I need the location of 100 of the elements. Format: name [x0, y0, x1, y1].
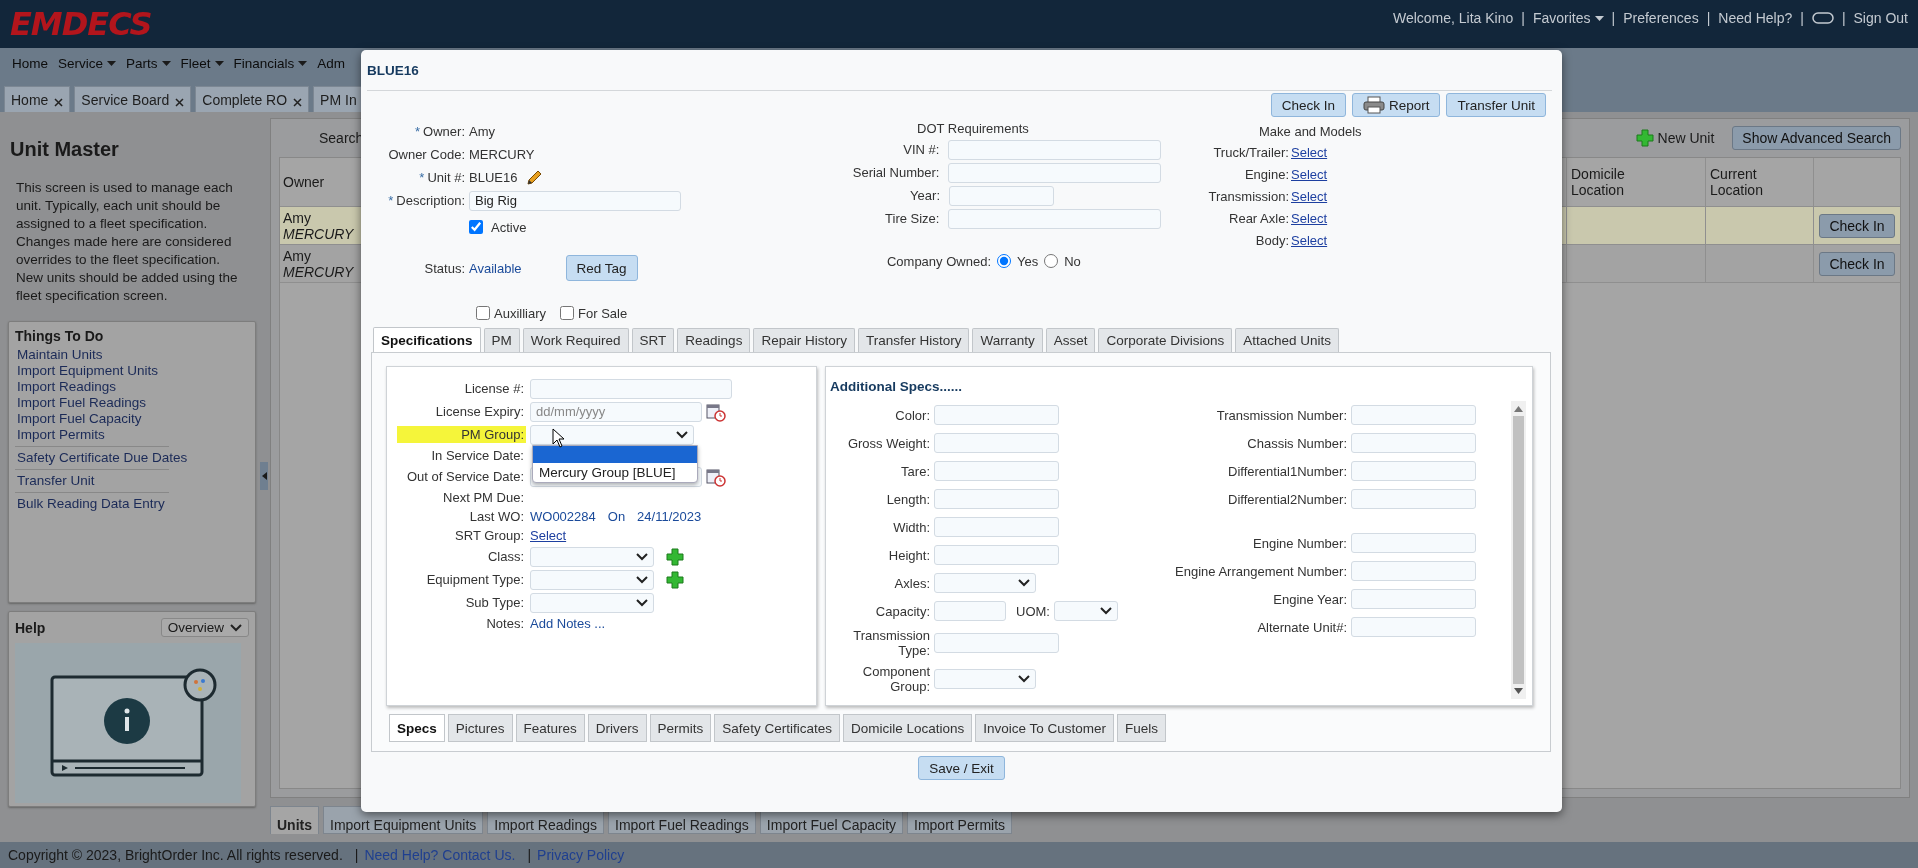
dropdown-field[interactable] — [530, 569, 654, 590]
task-link[interactable]: Import Fuel Capacity — [17, 411, 142, 426]
calendar-icon[interactable] — [706, 401, 726, 422]
close-icon[interactable] — [293, 97, 303, 107]
advanced-search-button[interactable]: Show Advanced Search — [1732, 126, 1901, 150]
tab[interactable]: Pictures — [447, 714, 513, 742]
header-link[interactable]: Preferences — [1623, 10, 1699, 26]
dropdown-field[interactable] — [934, 669, 1036, 689]
action-button[interactable]: Check In — [1270, 93, 1346, 117]
select-link[interactable]: Select — [1291, 144, 1328, 160]
check-in-button[interactable]: Check In — [1819, 213, 1895, 238]
task-link[interactable]: Import Fuel Readings — [17, 395, 147, 410]
new-unit-button[interactable]: New Unit — [1635, 129, 1715, 147]
input-field[interactable] — [934, 461, 1059, 481]
tab[interactable]: Specifications — [373, 327, 481, 352]
input-field[interactable] — [1351, 461, 1476, 481]
open-tab[interactable]: Complete RO — [195, 86, 310, 112]
dropdown-field[interactable] — [530, 424, 694, 445]
radio-button[interactable] — [997, 254, 1011, 268]
tab[interactable]: Transfer History — [857, 328, 970, 352]
dropdown-option[interactable]: Mercury Group [BLUE] — [533, 463, 697, 482]
nav-menu-item[interactable]: Parts — [126, 55, 171, 71]
dropdown-field[interactable] — [1053, 601, 1118, 621]
dropdown-field[interactable] — [530, 546, 654, 567]
caret-icon[interactable] — [298, 60, 308, 66]
nav-menu-item[interactable]: Home — [12, 55, 48, 71]
input-field[interactable]: Big Rig — [469, 190, 681, 211]
header-link[interactable]: Need Help? — [1718, 10, 1793, 26]
task-link[interactable]: Maintain Units — [17, 347, 103, 362]
tab[interactable]: Drivers — [587, 714, 647, 742]
open-tab[interactable]: Home — [4, 86, 71, 112]
caret-icon[interactable] — [161, 60, 171, 66]
input-field[interactable] — [934, 633, 1059, 653]
input-field[interactable] — [530, 378, 732, 399]
nav-menu-item[interactable]: Service — [58, 55, 117, 71]
dropdown-field[interactable] — [934, 573, 1036, 593]
tab[interactable]: PM — [483, 328, 520, 352]
caret-icon[interactable] — [214, 60, 224, 66]
tab[interactable]: Work Required — [522, 328, 629, 352]
tab[interactable]: Permits — [649, 714, 712, 742]
chat-icon[interactable] — [1811, 12, 1834, 24]
task-link[interactable]: Safety Certificate Due Dates — [17, 450, 188, 465]
task-link[interactable]: Bulk Reading Data Entry — [17, 496, 165, 511]
input-field[interactable] — [934, 433, 1059, 453]
select-link[interactable]: Select — [1291, 166, 1328, 182]
chevron-icon[interactable] — [1018, 579, 1030, 587]
tab[interactable]: Attached Units — [1235, 328, 1340, 352]
input-field[interactable] — [1351, 433, 1476, 453]
select-link[interactable]: Select — [1291, 232, 1328, 248]
chevron-icon[interactable] — [636, 598, 648, 607]
tab[interactable]: SRT — [631, 328, 675, 352]
work-order-link[interactable]: WO002284 — [530, 509, 596, 524]
pencil-icon[interactable] — [525, 168, 544, 187]
input-field[interactable] — [948, 208, 1161, 229]
input-field[interactable] — [1351, 533, 1476, 553]
dropdown-field[interactable] — [530, 592, 654, 613]
close-icon[interactable] — [54, 97, 64, 107]
nav-menu-item[interactable]: Fleet — [180, 55, 224, 71]
topic-dropdown[interactable]: Overview — [160, 618, 249, 637]
input-field[interactable] — [949, 185, 1054, 206]
tab[interactable]: Fuels — [1117, 714, 1167, 742]
tab[interactable]: Warranty — [972, 328, 1043, 352]
select-link[interactable]: Select — [530, 528, 567, 543]
checkbox[interactable] — [560, 306, 574, 320]
scroll-up-icon[interactable] — [1514, 406, 1523, 412]
input-field[interactable] — [934, 489, 1059, 509]
tab[interactable]: Repair History — [753, 328, 855, 352]
input-field[interactable] — [1351, 617, 1476, 637]
input-field[interactable] — [1351, 405, 1476, 425]
active-checkbox[interactable] — [469, 220, 483, 234]
checkbox[interactable] — [476, 306, 490, 320]
scrollbar[interactable] — [1511, 401, 1526, 699]
tab[interactable]: Invoice To Customer — [975, 714, 1115, 742]
input-field[interactable] — [1351, 561, 1476, 581]
plus-icon[interactable] — [666, 547, 684, 566]
collapse-handle[interactable] — [260, 462, 268, 490]
tab[interactable]: Corporate Divisions — [1098, 328, 1233, 352]
add-notes-link[interactable]: Add Notes ... — [530, 616, 606, 631]
input-field[interactable] — [1351, 589, 1476, 609]
favorites-menu[interactable]: Favorites — [1532, 10, 1604, 26]
tab[interactable]: Readings — [677, 328, 751, 352]
tab[interactable]: Asset — [1045, 328, 1096, 352]
input-field[interactable] — [1351, 489, 1476, 509]
task-link[interactable]: Transfer Unit — [17, 473, 95, 488]
scroll-down-icon[interactable] — [1514, 688, 1523, 694]
task-link[interactable]: Import Equipment Units — [17, 363, 159, 378]
save-exit-button[interactable]: Save / Exit — [918, 756, 1005, 780]
tag-button[interactable]: Red Tag — [565, 255, 638, 281]
select-link[interactable]: Select — [1291, 188, 1328, 204]
close-icon[interactable] — [175, 97, 185, 107]
input-field[interactable] — [934, 545, 1059, 565]
tab[interactable]: Domicile Locations — [842, 714, 973, 742]
action-button[interactable]: Transfer Unit — [1446, 93, 1546, 117]
task-link[interactable]: Import Permits — [17, 427, 105, 442]
caret-icon[interactable] — [1594, 15, 1604, 21]
chevron-icon[interactable] — [636, 575, 648, 584]
open-tab[interactable]: Service Board — [74, 86, 192, 112]
chevron-icon[interactable] — [1099, 607, 1112, 615]
calendar-icon[interactable] — [706, 466, 726, 487]
chevron-icon[interactable] — [676, 430, 688, 439]
